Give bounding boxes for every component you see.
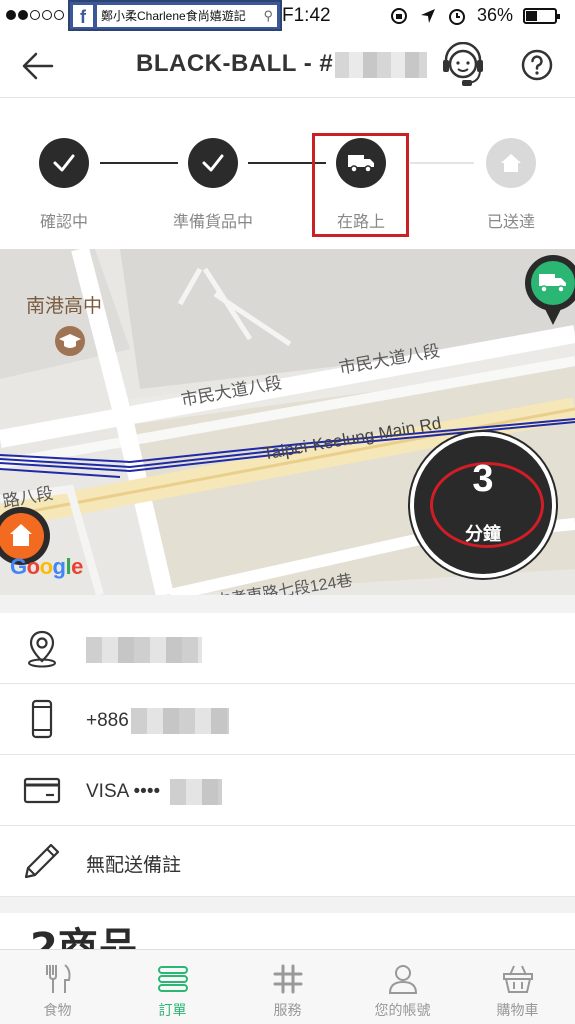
mobile-phone-icon	[31, 699, 53, 739]
location-arrow-icon	[420, 8, 435, 23]
school-cap-icon	[55, 326, 85, 356]
nav-label: 購物車	[496, 1003, 539, 1019]
nav-item-cart[interactable]: 購物車	[460, 950, 575, 1024]
phone-redacted	[130, 708, 229, 734]
nav-label: 服務	[273, 1003, 302, 1019]
delivery-progress-tracker: 確認中 準備貨品中 在路上 已送達	[0, 98, 575, 249]
step-delivered	[486, 138, 536, 188]
truck-location-pin[interactable]	[521, 253, 575, 329]
battery-percent: 36%	[476, 5, 513, 25]
nav-item-account[interactable]: 您的帳號	[345, 950, 460, 1024]
services-grid-icon	[273, 964, 302, 994]
step-label: 確認中	[39, 212, 88, 231]
google-letter: o	[39, 554, 53, 579]
google-logo: Google	[10, 554, 83, 580]
delivery-map[interactable]: 南港高中 市民大道八段 市民大道八段 Taipei-Keelung Main R…	[0, 249, 575, 595]
order-info-list: +886 VISA •••• 無配送備註	[0, 595, 575, 897]
order-list-icon	[157, 966, 188, 992]
status-time: F1:42	[282, 5, 331, 26]
facebook-search-box[interactable]: 鄭小柔Charlene食尚嬉遊記 ⚲	[97, 4, 277, 27]
nav-item-orders[interactable]: 訂單	[115, 950, 230, 1024]
facebook-banner-text: 鄭小柔Charlene食尚嬉遊記	[101, 9, 246, 23]
step-label: 準備貨品中	[172, 212, 253, 231]
basket-icon	[502, 965, 533, 993]
progress-connector	[100, 162, 178, 164]
phone-row[interactable]: +886	[0, 684, 575, 755]
credit-card-icon	[23, 777, 61, 804]
search-icon: ⚲	[263, 7, 273, 23]
fork-knife-icon	[45, 964, 70, 993]
headset-agent-icon[interactable]	[438, 42, 488, 90]
order-header: BLACK-BALL - #	[0, 32, 575, 98]
status-bar: f 鄭小柔Charlene食尚嬉遊記 ⚲ F1:42 36%	[0, 0, 575, 32]
google-letter: o	[26, 554, 40, 579]
facebook-icon: f	[73, 4, 93, 27]
google-letter: e	[71, 554, 83, 579]
nav-item-food[interactable]: 食物	[0, 950, 115, 1024]
google-letter: G	[10, 554, 27, 579]
user-icon	[388, 965, 417, 994]
delivery-note-row[interactable]: 無配送備註	[0, 826, 575, 897]
step-preparing	[188, 138, 238, 188]
battery-icon	[523, 7, 560, 24]
arrow-left-icon[interactable]	[20, 48, 56, 84]
address-row[interactable]	[0, 613, 575, 684]
home-icon	[501, 154, 521, 172]
location-pin-icon	[28, 630, 56, 668]
google-letter: g	[52, 554, 66, 579]
eta-badge: 3 分鐘	[410, 432, 556, 578]
current-step-highlight	[312, 133, 409, 237]
eta-number: 3	[472, 458, 494, 500]
payment-row[interactable]: VISA ••••	[0, 755, 575, 826]
signal-strength-icon	[6, 10, 64, 20]
rotation-lock-icon	[390, 7, 407, 24]
bottom-navigation: 食物 訂單 服務 您的帳號 購物車	[0, 949, 575, 1024]
step-label: 已送達	[486, 212, 535, 231]
pencil-icon	[24, 843, 60, 879]
question-circle-icon[interactable]	[520, 48, 554, 82]
payment-method: VISA ••••	[86, 781, 161, 802]
check-icon	[53, 154, 75, 172]
phone-number: +886	[86, 710, 129, 731]
order-number-redacted	[335, 51, 428, 78]
order-title-text: BLACK-BALL - #	[136, 50, 334, 77]
delivery-note: 無配送備註	[86, 855, 182, 876]
nav-label: 您的帳號	[374, 1003, 431, 1019]
nav-item-services[interactable]: 服務	[230, 950, 345, 1024]
card-digits-redacted	[170, 779, 223, 805]
check-icon	[202, 154, 224, 172]
map-label-school: 南港高中	[26, 296, 103, 317]
step-confirming	[39, 138, 89, 188]
facebook-banner[interactable]: f 鄭小柔Charlene食尚嬉遊記 ⚲	[68, 0, 282, 31]
alarm-icon	[448, 8, 465, 25]
nav-label: 訂單	[158, 1003, 187, 1019]
address-redacted	[86, 637, 202, 663]
progress-connector	[410, 162, 474, 164]
eta-unit: 分鐘	[465, 524, 501, 545]
page-title: BLACK-BALL - #	[136, 50, 428, 78]
nav-label: 食物	[43, 1003, 72, 1019]
section-divider	[0, 897, 575, 913]
